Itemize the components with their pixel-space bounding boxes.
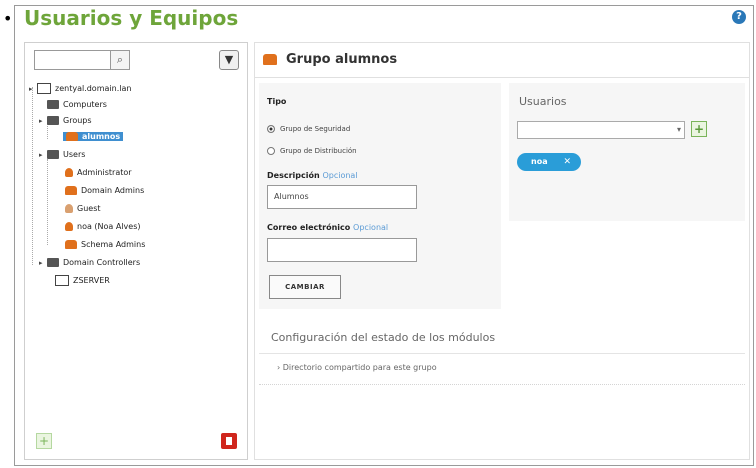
- funnel-icon[interactable]: ▼: [219, 50, 239, 70]
- radio-checked-icon: [267, 125, 275, 133]
- help-icon[interactable]: ?: [732, 10, 746, 24]
- divider: [259, 384, 745, 385]
- group-icon: [263, 54, 277, 65]
- group-icon: [65, 240, 77, 249]
- page-title: Usuarios y Equipos: [24, 6, 239, 30]
- remove-member-icon[interactable]: ✕: [563, 153, 571, 171]
- users-panel: Usuarios ▾ + noa ✕: [509, 83, 745, 221]
- divider: [259, 353, 745, 354]
- folder-icon: [47, 258, 59, 267]
- module-item-shared-dir[interactable]: › Directorio compartido para este grupo: [277, 363, 437, 372]
- tree-item-administrator[interactable]: Administrator: [65, 167, 132, 179]
- tipo-label: Tipo: [267, 97, 287, 106]
- computer-icon: [55, 275, 69, 286]
- description-field[interactable]: Alumnos: [267, 185, 417, 209]
- group-form: Tipo Grupo de Seguridad Grupo de Distrib…: [259, 83, 501, 309]
- group-panel: Grupo alumnos Tipo Grupo de Seguridad Gr…: [254, 42, 750, 460]
- email-label: Correo electrónico Opcional: [267, 223, 389, 232]
- email-field[interactable]: [267, 238, 417, 262]
- tree-item-guest[interactable]: Guest: [65, 203, 101, 215]
- folder-icon: [47, 100, 59, 109]
- user-icon: [65, 204, 73, 213]
- folder-icon: [47, 150, 59, 159]
- tree-item-domain[interactable]: ▸ zentyal.domain.lan: [29, 83, 131, 95]
- group-icon: [65, 186, 77, 195]
- search-icon[interactable]: ⌕: [110, 51, 129, 69]
- tree-item-domain-controllers[interactable]: ▸ Domain Controllers: [39, 257, 140, 269]
- tree-panel: ⌕ ▼ ▸ zentyal.domain.lan Computers ▸ Group…: [24, 42, 248, 460]
- chevron-right-icon: ›: [277, 363, 281, 372]
- users-combobox[interactable]: ▾: [517, 121, 685, 139]
- server-icon: [37, 83, 51, 94]
- folder-icon: [47, 116, 59, 125]
- radio-distribution[interactable]: Grupo de Distribución: [267, 147, 357, 155]
- tree-item-noa[interactable]: noa (Noa Alves): [65, 221, 141, 233]
- tree-item-computers[interactable]: Computers: [47, 99, 107, 111]
- tree-item-users[interactable]: ▸ Users: [39, 149, 85, 161]
- member-tag: noa ✕: [517, 153, 581, 171]
- tree-item-schema-admins[interactable]: Schema Admins: [65, 239, 145, 251]
- radio-security[interactable]: Grupo de Seguridad: [267, 125, 350, 133]
- description-label: Descripción Opcional: [267, 171, 358, 180]
- user-icon: [65, 168, 73, 177]
- tree-item-alumnos[interactable]: alumnos: [63, 131, 124, 143]
- group-header: Grupo alumnos: [255, 43, 749, 78]
- group-icon: [66, 132, 78, 141]
- modules-title: Configuración del estado de los módulos: [271, 331, 496, 344]
- users-label: Usuarios: [519, 95, 567, 108]
- delete-node-button[interactable]: [221, 433, 237, 449]
- change-button[interactable]: CAMBIAR: [269, 275, 341, 299]
- add-user-button[interactable]: +: [691, 121, 707, 137]
- user-icon: [65, 222, 73, 231]
- search-input[interactable]: ⌕: [34, 50, 130, 70]
- group-title: Grupo alumnos: [286, 52, 398, 67]
- list-bullet: •: [3, 9, 13, 28]
- tree-item-groups[interactable]: ▸ Groups: [39, 115, 92, 127]
- tree-item-domain-admins[interactable]: Domain Admins: [65, 185, 144, 197]
- tree-item-zserver[interactable]: ZSERVER: [55, 275, 110, 287]
- chevron-down-icon[interactable]: ▾: [677, 125, 681, 134]
- radio-unchecked-icon: [267, 147, 275, 155]
- add-node-button[interactable]: +: [36, 433, 52, 449]
